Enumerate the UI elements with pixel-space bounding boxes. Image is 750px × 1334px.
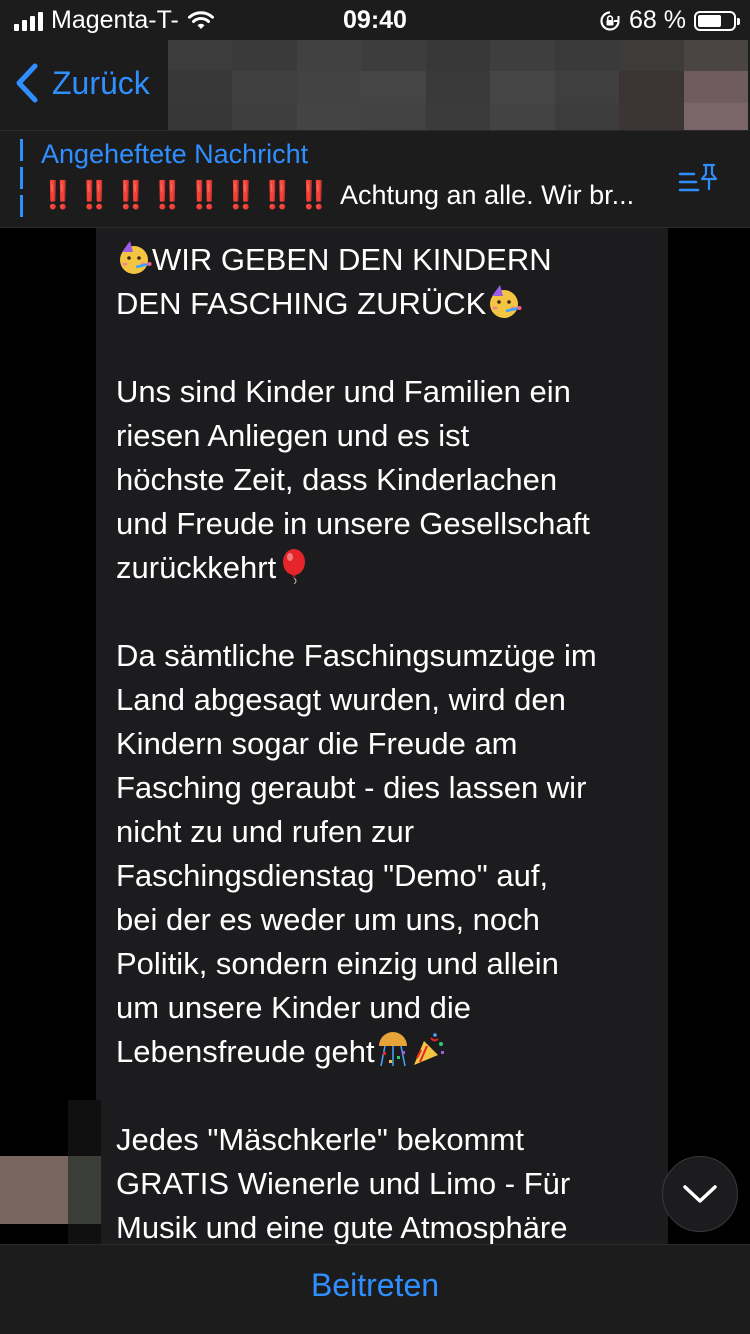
battery-percent: 68 % [629, 6, 686, 34]
heading-line-2: DEN FASCHING ZURÜCK [116, 286, 487, 321]
battery-icon [694, 10, 740, 31]
heading-line-1: WIR GEBEN DEN KINDERN [152, 242, 552, 277]
status-right: 68 % [599, 6, 740, 35]
message-paragraph-3: Jedes "Mäschkerle" bekommt GRATIS Wiener… [116, 1118, 656, 1244]
status-bar: Magenta-T- 09:40 68 % [0, 0, 750, 40]
back-button[interactable]: Zurück [14, 62, 150, 104]
pinned-list-icon [678, 163, 718, 192]
pinned-preview-text: Achtung an alle. Wir br... [333, 180, 635, 210]
paragraph-1-text: Uns sind Kinder und Familien ein riesen … [116, 374, 590, 585]
paragraph-2-text: Da sämtliche Faschingsumzüge im Land abg… [116, 638, 597, 1069]
back-label: Zurück [52, 64, 150, 101]
chevron-down-icon [683, 1185, 717, 1203]
message-heading: WIR GEBEN DEN KINDERN DEN FASCHING ZURÜCK [116, 238, 656, 326]
telegram-channel-screen: Magenta-T- 09:40 68 % Zurück Angeheftete… [0, 0, 750, 1334]
balloon-emoji [283, 549, 306, 584]
chevron-left-icon [16, 63, 38, 103]
message-paragraph-2: Da sämtliche Faschingsumzüge im Land abg… [116, 634, 656, 1074]
redacted-avatar [0, 1100, 101, 1244]
message-text: WIR GEBEN DEN KINDERN DEN FASCHING ZURÜCK… [116, 238, 656, 1244]
redacted-channel-header[interactable] [168, 40, 748, 134]
paragraph-3-text: Jedes "Mäschkerle" bekommt GRATIS Wiener… [116, 1122, 571, 1244]
navigation-bar: Zurück [0, 40, 750, 134]
party-face-emoji [490, 285, 522, 318]
double-exclamation-marks: ‼️‼️‼️‼️‼️‼️‼️‼️ [41, 180, 334, 210]
message-paragraph-1: Uns sind Kinder und Familien ein riesen … [116, 370, 656, 590]
party-face-emoji [120, 241, 152, 274]
bottom-bar: Beitreten [0, 1244, 750, 1334]
pinned-message-bar[interactable]: Angeheftete Nachricht ‼️‼️‼️‼️‼️‼️‼️‼️ A… [0, 130, 750, 228]
party-popper-emoji [413, 1033, 444, 1065]
pinned-preview: ‼️‼️‼️‼️‼️‼️‼️‼️ Achtung an alle. Wir br… [41, 179, 681, 211]
pinned-title: Angeheftete Nachricht [41, 139, 309, 169]
rotation-lock-icon [600, 10, 620, 31]
join-button[interactable]: Beitreten [0, 1267, 750, 1304]
pinned-list-button[interactable] [678, 161, 720, 200]
pinned-indicator [20, 139, 23, 221]
chat-area[interactable]: WIR GEBEN DEN KINDERN DEN FASCHING ZURÜCK… [0, 228, 750, 1244]
scroll-down-button[interactable] [662, 1156, 738, 1232]
confetti-ball-emoji [378, 1032, 407, 1067]
